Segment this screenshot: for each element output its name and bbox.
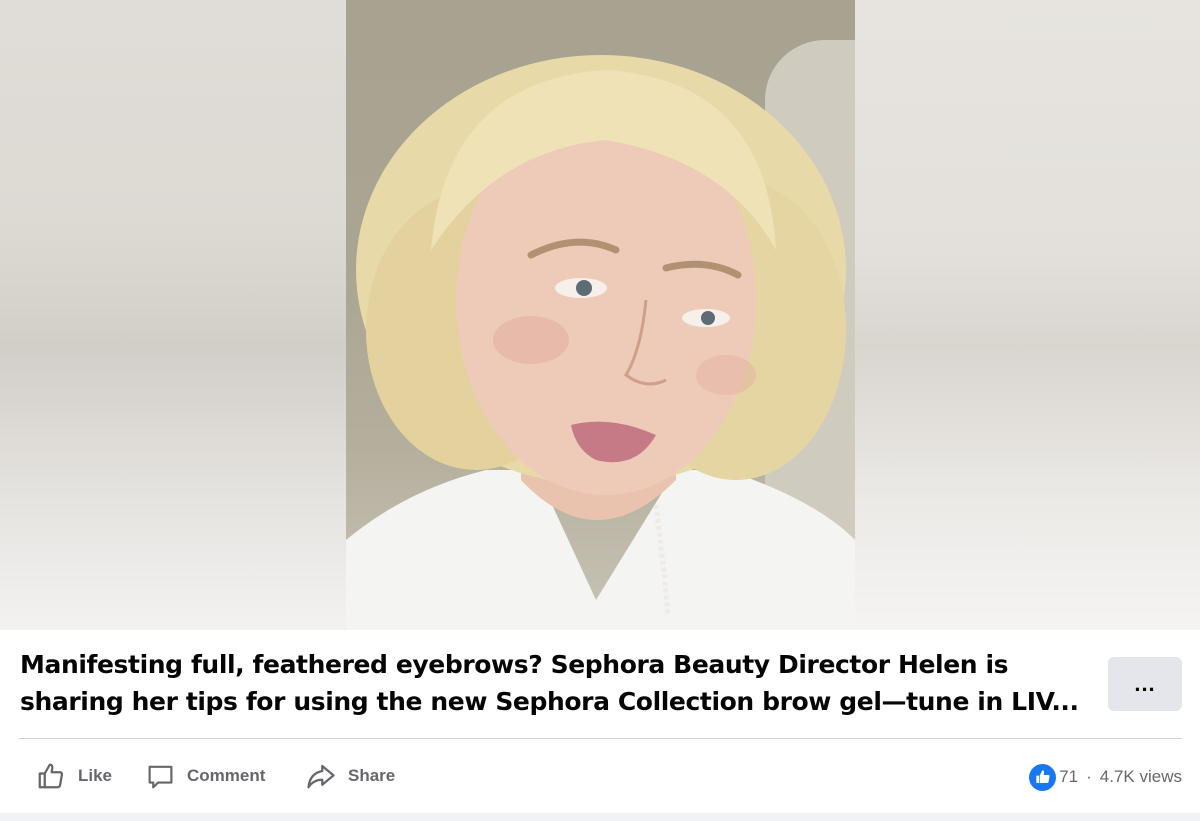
video-person-illustration [346, 55, 855, 630]
comment-label: Comment [187, 766, 266, 785]
video-blur-background-right [855, 0, 1200, 630]
feed-background [0, 813, 1200, 821]
like-reaction-icon[interactable] [1029, 763, 1057, 791]
more-options-button[interactable]: ... [1108, 657, 1182, 711]
reaction-count[interactable]: 71 [1059, 767, 1078, 787]
video-player[interactable] [0, 0, 1200, 630]
view-count: 4.7K views [1099, 767, 1182, 786]
like-label: Like [78, 766, 113, 785]
like-button[interactable]: Like [36, 759, 112, 793]
video-frame[interactable] [346, 0, 855, 630]
share-arrow-icon [307, 764, 335, 789]
more-options-icon: ... [1134, 671, 1156, 696]
share-button[interactable]: Share [306, 759, 395, 793]
post-stats: 71 · 4.7K views [1029, 762, 1182, 792]
post-caption: Manifesting full, feathered eyebrows? Se… [20, 650, 1079, 716]
divider [19, 738, 1182, 739]
thumbs-up-icon [38, 763, 64, 789]
share-label: Share [348, 766, 396, 785]
comment-button[interactable]: Comment [146, 759, 265, 793]
video-blur-background-left [0, 0, 346, 630]
comment-icon [148, 765, 173, 788]
stats-separator: · [1086, 767, 1092, 786]
